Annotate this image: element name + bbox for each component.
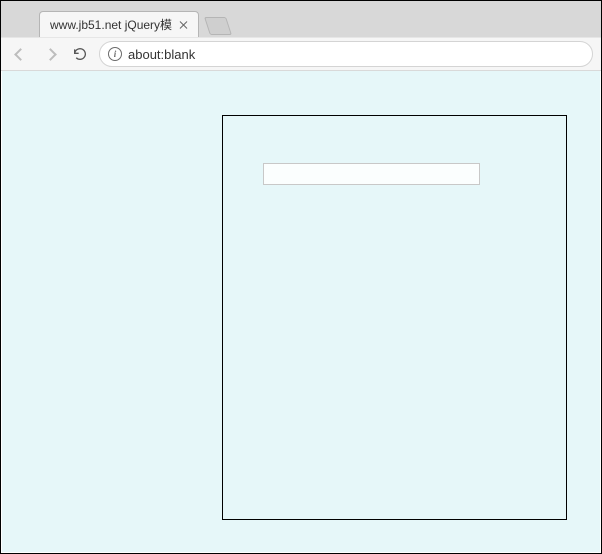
browser-tab-active[interactable]: www.jb51.net jQuery模 <box>39 11 199 37</box>
arrow-left-icon <box>14 48 27 61</box>
content-panel <box>222 115 567 520</box>
tab-title: www.jb51.net jQuery模 <box>50 16 172 33</box>
address-url: about:blank <box>128 47 195 62</box>
browser-window: www.jb51.net jQuery模 i about:blank <box>0 0 602 554</box>
close-icon[interactable] <box>180 21 188 29</box>
page-viewport <box>2 71 600 552</box>
tab-strip: www.jb51.net jQuery模 <box>1 9 601 37</box>
arrow-right-icon <box>44 48 57 61</box>
new-tab-button[interactable] <box>204 17 232 35</box>
site-info-icon[interactable]: i <box>108 47 122 61</box>
forward-button[interactable] <box>39 43 61 65</box>
window-titlebar <box>1 1 601 9</box>
back-button[interactable] <box>9 43 31 65</box>
reload-icon <box>72 46 88 62</box>
search-input[interactable] <box>263 163 480 185</box>
address-bar[interactable]: i about:blank <box>99 41 593 67</box>
browser-toolbar: i about:blank <box>1 37 601 71</box>
reload-button[interactable] <box>69 43 91 65</box>
